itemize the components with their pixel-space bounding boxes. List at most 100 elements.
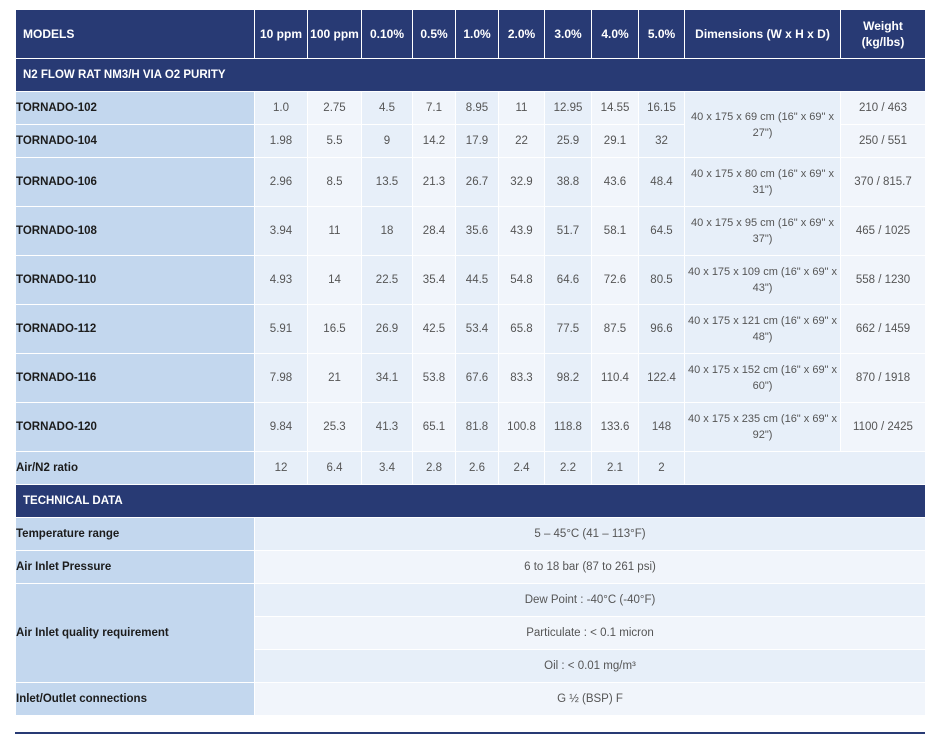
connections-label: Inlet/Outlet connections bbox=[15, 682, 255, 716]
flow-value-cell: 21.3 bbox=[412, 157, 456, 207]
weight-cell: 370 / 815.7 bbox=[840, 157, 926, 207]
flow-value-cell: 53.8 bbox=[412, 353, 456, 403]
flow-value-cell: 25.9 bbox=[544, 124, 592, 158]
flow-value-cell: 64.5 bbox=[638, 206, 685, 256]
flow-value-cell: 22.5 bbox=[361, 255, 413, 305]
flow-value-cell: 25.3 bbox=[307, 402, 362, 452]
flow-value-cell: 13.5 bbox=[361, 157, 413, 207]
ratio-cell: 2.8 bbox=[412, 451, 456, 485]
specifications-table: MODELS 10 ppm 100 ppm 0.10% 0.5% 1.0% 2.… bbox=[15, 9, 926, 716]
flow-value-cell: 14.2 bbox=[412, 124, 456, 158]
ratio-cell: 2.6 bbox=[455, 451, 499, 485]
flow-value-cell: 65.1 bbox=[412, 402, 456, 452]
weight-cell: 250 / 551 bbox=[840, 124, 926, 158]
dimensions-cell: 40 x 175 x 80 cm (16" x 69" x 31") bbox=[684, 157, 841, 207]
flow-value-cell: 32 bbox=[638, 124, 685, 158]
header-0-10pct: 0.10% bbox=[361, 9, 413, 59]
header-3-0pct: 3.0% bbox=[544, 9, 592, 59]
flow-value-cell: 7.1 bbox=[412, 91, 456, 125]
flow-value-cell: 22 bbox=[498, 124, 545, 158]
ratio-cell: 2.2 bbox=[544, 451, 592, 485]
header-2-0pct: 2.0% bbox=[498, 9, 545, 59]
header-5-0pct: 5.0% bbox=[638, 9, 685, 59]
quality-oil: Oil : < 0.01 mg/m³ bbox=[254, 649, 926, 683]
dimensions-cell: 40 x 175 x 121 cm (16" x 69" x 48") bbox=[684, 304, 841, 354]
flow-value-cell: 118.8 bbox=[544, 402, 592, 452]
flow-value-cell: 65.8 bbox=[498, 304, 545, 354]
flow-value-cell: 29.1 bbox=[591, 124, 639, 158]
header-4-0pct: 4.0% bbox=[591, 9, 639, 59]
flow-value-cell: 64.6 bbox=[544, 255, 592, 305]
flow-value-cell: 81.8 bbox=[455, 402, 499, 452]
header-weight: Weight (kg/lbs) bbox=[840, 9, 926, 59]
flow-value-cell: 18 bbox=[361, 206, 413, 256]
ratio-row: Air/N2 ratio 12 6.4 3.4 2.8 2.6 2.4 2.2 … bbox=[15, 451, 926, 485]
flow-value-cell: 26.7 bbox=[455, 157, 499, 207]
weight-cell: 210 / 463 bbox=[840, 91, 926, 125]
flow-value-cell: 53.4 bbox=[455, 304, 499, 354]
flow-value-cell: 80.5 bbox=[638, 255, 685, 305]
model-row: TORNADO-112 5.91 16.5 26.9 42.5 53.4 65.8 77.5 8… bbox=[15, 304, 926, 354]
ratio-cell: 2.4 bbox=[498, 451, 545, 485]
header-100ppm: 100 ppm bbox=[307, 9, 362, 59]
flow-value-cell: 35.4 bbox=[412, 255, 456, 305]
model-name: TORNADO-112 bbox=[15, 304, 255, 354]
flow-value-cell: 96.6 bbox=[638, 304, 685, 354]
flow-value-cell: 14 bbox=[307, 255, 362, 305]
flow-value-cell: 51.7 bbox=[544, 206, 592, 256]
dimensions-cell: 40 x 175 x 95 cm (16" x 69" x 37") bbox=[684, 206, 841, 256]
ratio-cell: 3.4 bbox=[361, 451, 413, 485]
temperature-label: Temperature range bbox=[15, 517, 255, 551]
flow-value-cell: 7.98 bbox=[254, 353, 308, 403]
quality-dew-point: Dew Point : -40°C (-40°F) bbox=[254, 583, 926, 617]
quality-label: Air Inlet quality requirement bbox=[15, 583, 255, 683]
flow-value-cell: 4.93 bbox=[254, 255, 308, 305]
model-name: TORNADO-102 bbox=[15, 91, 255, 125]
flow-value-cell: 54.8 bbox=[498, 255, 545, 305]
bottom-divider bbox=[15, 732, 925, 734]
flow-value-cell: 2.75 bbox=[307, 91, 362, 125]
flow-value-cell: 21 bbox=[307, 353, 362, 403]
model-row: TORNADO-110 4.93 14 22.5 35.4 44.5 54.8 64.6 72.… bbox=[15, 255, 926, 305]
flow-value-cell: 67.6 bbox=[455, 353, 499, 403]
model-row: TORNADO-116 7.98 21 34.1 53.8 67.6 83.3 98.2 110… bbox=[15, 353, 926, 403]
section-flow-row: N2 FLOW RAT NM3/H VIA O2 PURITY bbox=[15, 58, 926, 92]
header-dimensions: Dimensions (W x H x D) bbox=[684, 9, 841, 59]
flow-value-cell: 83.3 bbox=[498, 353, 545, 403]
flow-value-cell: 9 bbox=[361, 124, 413, 158]
temperature-value: 5 – 45°C (41 – 113°F) bbox=[254, 517, 926, 551]
tech-quality-row: Air Inlet quality requirement Dew Point … bbox=[15, 583, 926, 683]
weight-cell: 558 / 1230 bbox=[840, 255, 926, 305]
header-models: MODELS bbox=[15, 9, 255, 59]
flow-value-cell: 43.9 bbox=[498, 206, 545, 256]
flow-value-cell: 122.4 bbox=[638, 353, 685, 403]
tech-temperature-row: Temperature range 5 – 45°C (41 – 113°F) bbox=[15, 517, 926, 551]
weight-cell: 465 / 1025 bbox=[840, 206, 926, 256]
flow-value-cell: 38.8 bbox=[544, 157, 592, 207]
flow-value-cell: 16.15 bbox=[638, 91, 685, 125]
model-row: TORNADO-120 9.84 25.3 41.3 65.1 81.8 100.8 118.… bbox=[15, 402, 926, 452]
flow-value-cell: 26.9 bbox=[361, 304, 413, 354]
flow-value-cell: 148 bbox=[638, 402, 685, 452]
flow-value-cell: 14.55 bbox=[591, 91, 639, 125]
flow-value-cell: 98.2 bbox=[544, 353, 592, 403]
flow-value-cell: 1.98 bbox=[254, 124, 308, 158]
flow-value-cell: 28.4 bbox=[412, 206, 456, 256]
pressure-label: Air Inlet Pressure bbox=[15, 550, 255, 584]
flow-value-cell: 11 bbox=[307, 206, 362, 256]
connections-value: G ½ (BSP) F bbox=[254, 682, 926, 716]
flow-value-cell: 5.5 bbox=[307, 124, 362, 158]
flow-value-cell: 12.95 bbox=[544, 91, 592, 125]
quality-particulate: Particulate : < 0.1 micron bbox=[254, 616, 926, 650]
flow-value-cell: 44.5 bbox=[455, 255, 499, 305]
flow-value-cell: 8.95 bbox=[455, 91, 499, 125]
dimensions-cell: 40 x 175 x 235 cm (16" x 69" x 92") bbox=[684, 402, 841, 452]
model-name: TORNADO-106 bbox=[15, 157, 255, 207]
header-1-0pct: 1.0% bbox=[455, 9, 499, 59]
flow-value-cell: 2.96 bbox=[254, 157, 308, 207]
header-10ppm: 10 ppm bbox=[254, 9, 308, 59]
model-row: TORNADO-106 2.96 8.5 13.5 21.3 26.7 32.9 38.8 43… bbox=[15, 157, 926, 207]
ratio-cell: 6.4 bbox=[307, 451, 362, 485]
flow-value-cell: 43.6 bbox=[591, 157, 639, 207]
flow-value-cell: 41.3 bbox=[361, 402, 413, 452]
